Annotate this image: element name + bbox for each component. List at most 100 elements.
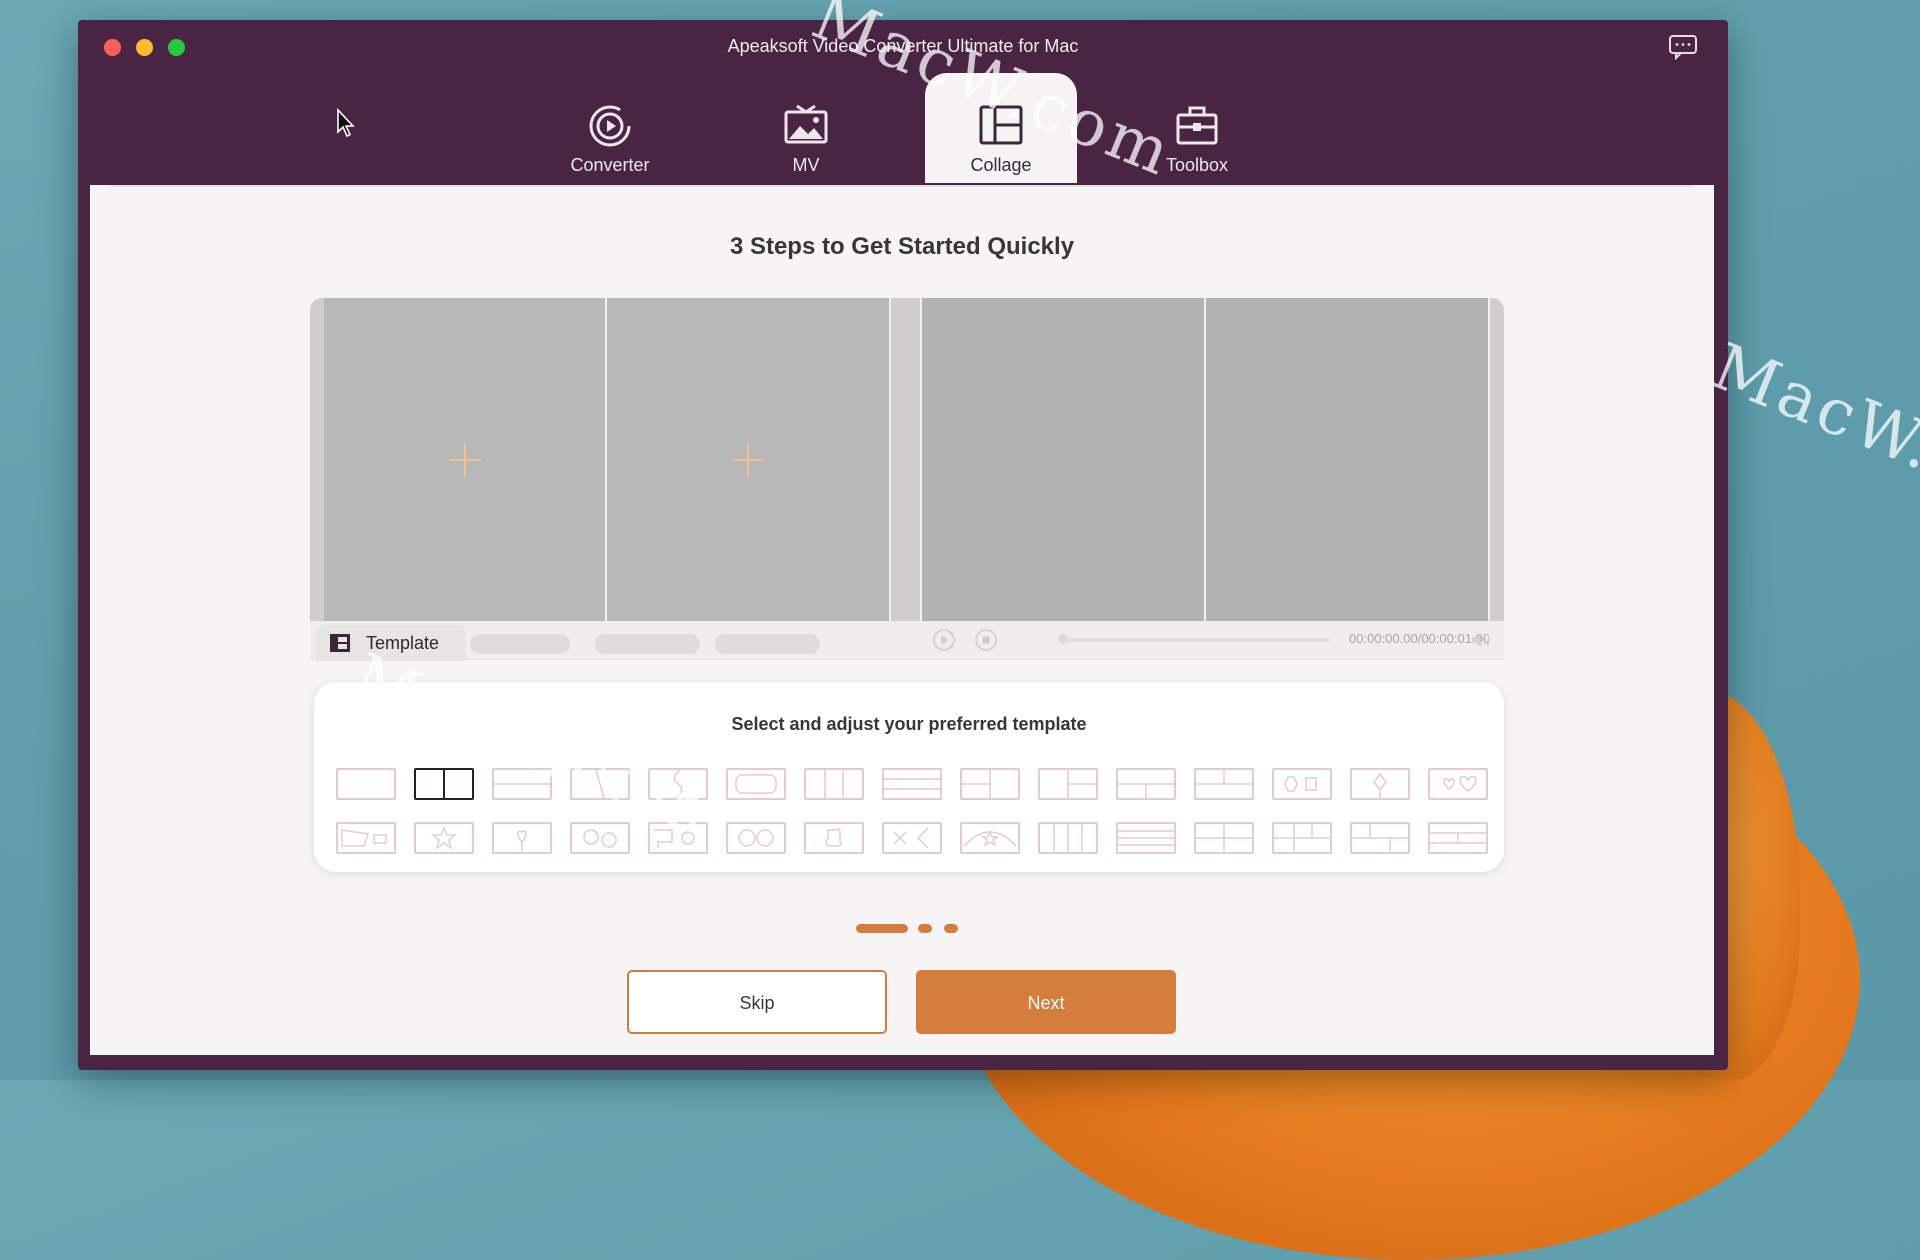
tab-mv[interactable]: MV: [730, 73, 882, 183]
template-option-rounded-rect[interactable]: [726, 768, 786, 800]
template-option-hearts[interactable]: [1428, 768, 1488, 800]
tab-label: Converter: [570, 155, 650, 175]
time-readout: 00:00:00.00/00:00:01.00: [1349, 631, 1490, 646]
single-icon: [338, 770, 394, 798]
t-shape-rows-icon: [1118, 783, 1174, 798]
add-media-icon[interactable]: [732, 443, 764, 476]
template-option-four-columns[interactable]: [1038, 822, 1098, 854]
template-option-three-rows[interactable]: [882, 768, 942, 800]
feedback-icon[interactable]: [1668, 34, 1698, 60]
template-option-four-rows[interactable]: [1116, 822, 1176, 854]
tab-collage[interactable]: Collage: [925, 73, 1077, 183]
cross-grid-icon: [1196, 770, 1252, 785]
template-tab[interactable]: Template: [316, 625, 466, 661]
template-tab-label: Template: [366, 633, 440, 653]
template-option-banner[interactable]: [336, 822, 396, 854]
collage-icon: [979, 105, 1023, 145]
template-option-t-shape-rows[interactable]: [1116, 768, 1176, 800]
template-option-star[interactable]: [414, 822, 474, 854]
tab-converter[interactable]: Converter: [534, 73, 686, 183]
tab-placeholder: [715, 634, 820, 654]
volume-icon[interactable]: [1470, 630, 1492, 650]
template-option-wave-split[interactable]: [648, 768, 708, 800]
template-option-x-split[interactable]: [882, 822, 942, 854]
app-window: Apeaksoft Video Converter Ultimate for M…: [78, 20, 1728, 1070]
template-option-left-right-split[interactable]: [960, 768, 1020, 800]
template-option-three-columns[interactable]: [804, 768, 864, 800]
template-option-puzzle[interactable]: [804, 822, 864, 854]
step-indicator: [90, 924, 1714, 934]
template-option-sun-frame[interactable]: [648, 822, 708, 854]
output-preview-cell: [1206, 298, 1488, 621]
template-option-four-grid[interactable]: [1194, 822, 1254, 854]
tab-toolbox[interactable]: Toolbox: [1121, 73, 1273, 183]
puzzle-icon: [825, 827, 843, 847]
x-split-icon: [893, 827, 929, 849]
converter-icon: [589, 105, 631, 147]
template-option-single[interactable]: [336, 768, 396, 800]
mv-icon: [784, 104, 828, 144]
add-media-icon[interactable]: [448, 443, 481, 476]
t-grid-icon: [1352, 824, 1408, 852]
collage-preview: [310, 298, 1504, 621]
template-option-rows-grid[interactable]: [1428, 822, 1488, 854]
output-preview-cell: [922, 298, 1204, 621]
divider: [889, 298, 891, 621]
template-option-offset-grid[interactable]: [1272, 822, 1332, 854]
two-columns-icon: [443, 770, 445, 798]
template-option-heart-center[interactable]: [492, 822, 552, 854]
rounded-rect-icon: [735, 774, 777, 794]
toolbox-icon: [1176, 106, 1218, 145]
template-option-diamond-split[interactable]: [1350, 768, 1410, 800]
template-option-t-grid[interactable]: [1350, 822, 1410, 854]
tab-placeholder: [470, 634, 570, 654]
next-button[interactable]: Next: [916, 970, 1176, 1034]
template-option-two-columns[interactable]: [414, 768, 474, 800]
left-right-split-icon: [962, 770, 991, 798]
sun-frame-icon: [654, 829, 695, 848]
template-icon: [330, 634, 350, 652]
template-panel-title: Select and adjust your preferred templat…: [731, 714, 1087, 734]
three-rows-icon: [884, 778, 940, 790]
step-dot[interactable]: [918, 924, 932, 933]
collage-onboarding-panel: 3 Steps to Get Started Quickly Template …: [90, 185, 1714, 1055]
template-option-diagonal-split[interactable]: [570, 768, 630, 800]
hexagon-square-icon: [1284, 776, 1317, 792]
stop-icon[interactable]: [975, 629, 997, 651]
template-option-l-shape[interactable]: [1038, 768, 1098, 800]
step-dot[interactable]: [944, 924, 958, 933]
template-option-cross-grid[interactable]: [1194, 768, 1254, 800]
tab-placeholder: [595, 634, 700, 654]
tab-label: Collage: [970, 155, 1032, 175]
template-panel: Select and adjust your preferred templat…: [314, 682, 1504, 872]
tab-label: Toolbox: [1165, 155, 1229, 175]
three-columns-icon: [824, 770, 844, 798]
diamond-split-icon: [1373, 772, 1387, 798]
diagonal-split-icon: [595, 770, 605, 798]
template-option-two-rows[interactable]: [492, 768, 552, 800]
template-option-star-arc[interactable]: [960, 822, 1020, 854]
window-title: Apeaksoft Video Converter Ultimate for M…: [727, 36, 1079, 56]
four-rows-icon: [1118, 830, 1174, 846]
banner-icon: [341, 829, 387, 847]
play-icon[interactable]: [933, 629, 955, 651]
wave-split-icon: [673, 770, 683, 798]
collage-cell[interactable]: [324, 298, 605, 621]
collage-cell[interactable]: [607, 298, 889, 621]
page-title: 3 Steps to Get Started Quickly: [729, 233, 1075, 260]
skip-button[interactable]: Skip: [627, 970, 887, 1034]
step-dot-active[interactable]: [856, 924, 908, 933]
template-option-hexagon-square[interactable]: [1272, 768, 1332, 800]
watermark: MacW.com: [1702, 330, 1920, 542]
template-option-two-circles[interactable]: [726, 822, 786, 854]
playback-progress-bar[interactable]: [1060, 638, 1330, 642]
hearts-icon: [1443, 775, 1477, 792]
preview-toolbar: Template 00:00:00.00/00:00:01.00: [310, 621, 1504, 661]
divider: [1488, 298, 1490, 621]
template-option-circles[interactable]: [570, 822, 630, 854]
tab-label: MV: [792, 155, 820, 175]
circles-icon: [583, 829, 617, 848]
l-shape-icon: [1067, 770, 1096, 798]
mouse-cursor-icon: [337, 108, 355, 138]
playback-progress-knob[interactable]: [1058, 634, 1068, 644]
